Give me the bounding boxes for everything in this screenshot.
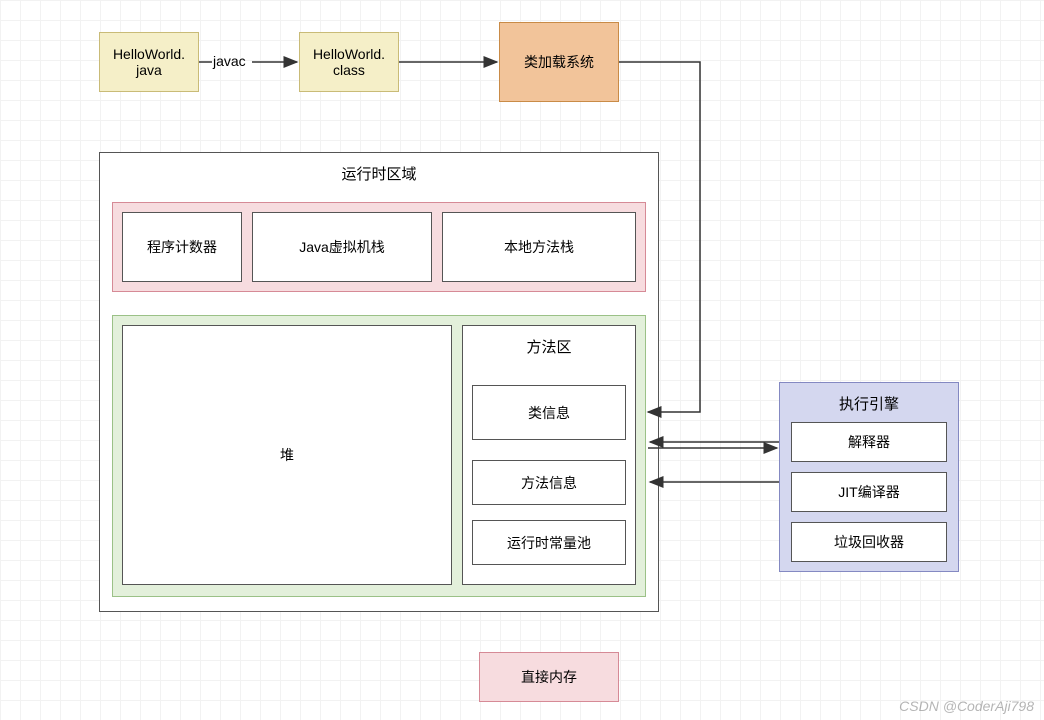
native-stack-box: 本地方法栈 <box>442 212 636 282</box>
gc-label: 垃圾回收器 <box>834 532 904 552</box>
interpreter-box: 解释器 <box>791 422 947 462</box>
pc-register-label: 程序计数器 <box>147 237 217 257</box>
class-info-label: 类信息 <box>528 403 570 423</box>
source-file-box: HelloWorld. java <box>99 32 199 92</box>
class-loader-box: 类加载系统 <box>499 22 619 102</box>
const-pool-label: 运行时常量池 <box>507 533 591 553</box>
interpreter-label: 解释器 <box>848 432 890 452</box>
direct-memory-box: 直接内存 <box>479 652 619 702</box>
class-loader-label: 类加载系统 <box>524 52 594 72</box>
method-area-title: 方法区 <box>463 336 635 357</box>
compiler-text: javac <box>213 53 246 69</box>
exec-engine-title: 执行引擎 <box>780 393 958 414</box>
jit-box: JIT编译器 <box>791 472 947 512</box>
class-info-box: 类信息 <box>472 385 626 440</box>
watermark: CSDN @CoderAji798 <box>899 698 1034 714</box>
direct-memory-label: 直接内存 <box>521 667 577 687</box>
jvm-stack-label: Java虚拟机栈 <box>299 237 385 257</box>
jvm-stack-box: Java虚拟机栈 <box>252 212 432 282</box>
heap-label: 堆 <box>280 445 294 465</box>
runtime-title: 运行时区域 <box>100 163 658 184</box>
class-file-box: HelloWorld. class <box>299 32 399 92</box>
method-info-box: 方法信息 <box>472 460 626 505</box>
method-info-label: 方法信息 <box>521 473 577 493</box>
class-file-label: HelloWorld. class <box>313 46 385 78</box>
pc-register-box: 程序计数器 <box>122 212 242 282</box>
heap-box: 堆 <box>122 325 452 585</box>
watermark-text: CSDN @CoderAji798 <box>899 698 1034 714</box>
gc-box: 垃圾回收器 <box>791 522 947 562</box>
const-pool-box: 运行时常量池 <box>472 520 626 565</box>
compiler-label: javac <box>213 53 246 69</box>
native-stack-label: 本地方法栈 <box>504 237 574 257</box>
source-file-label: HelloWorld. java <box>113 46 185 78</box>
jit-label: JIT编译器 <box>838 482 899 502</box>
